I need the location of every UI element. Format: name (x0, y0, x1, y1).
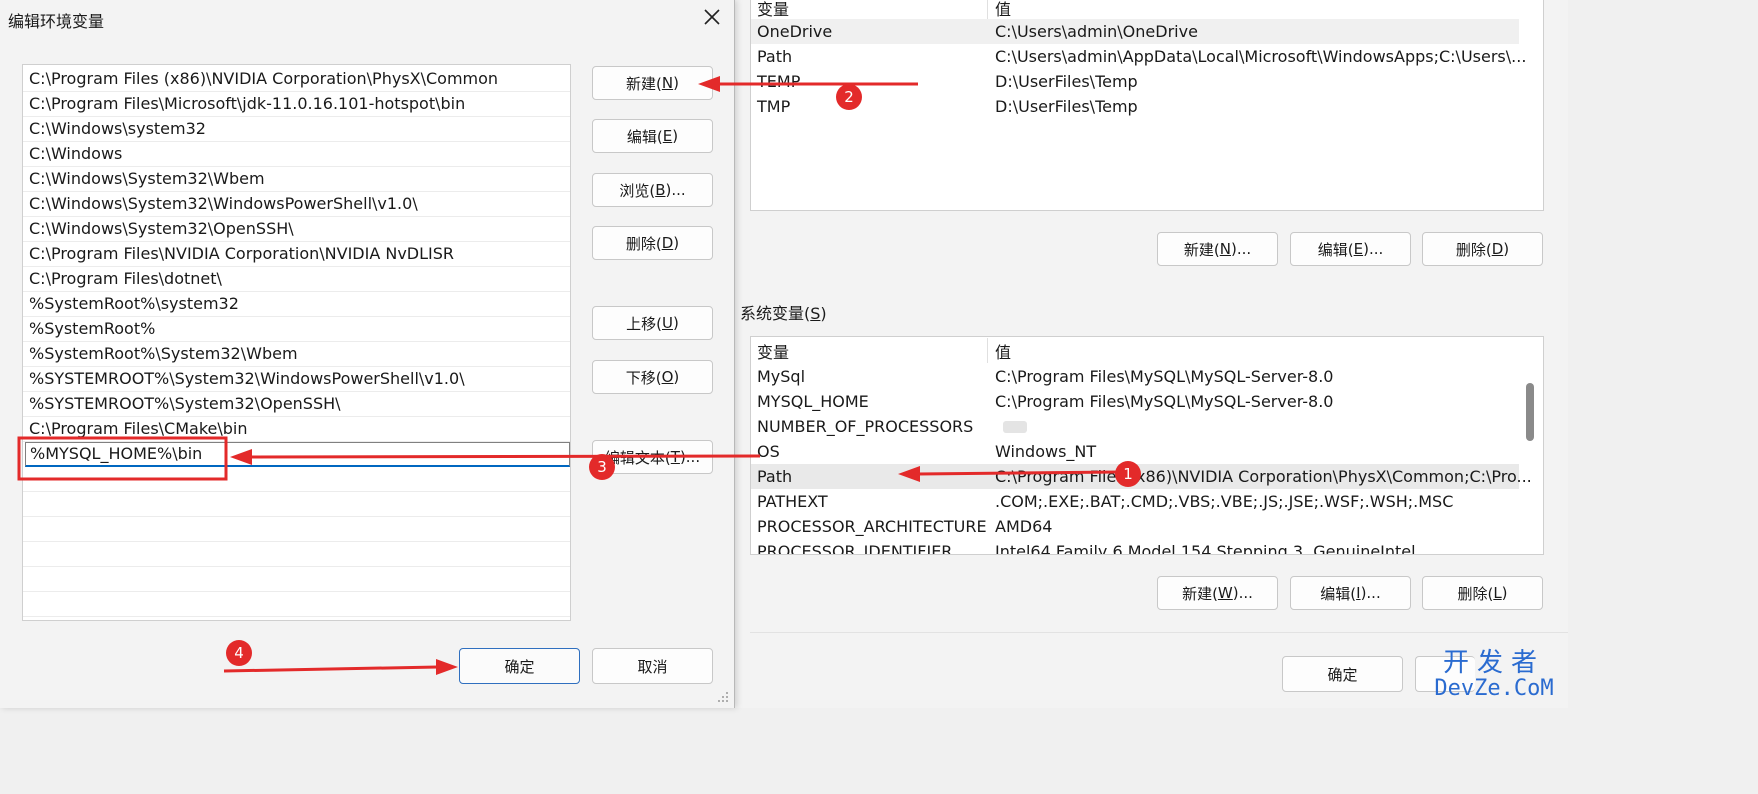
watermark-line2: DevZe.CoM (1434, 676, 1554, 701)
system-delete-button[interactable]: 删除(L) (1422, 576, 1543, 610)
list-item[interactable]: %SystemRoot% (23, 317, 570, 342)
list-item[interactable]: OneDrive C:\Users\admin\OneDrive (751, 19, 1519, 44)
edit-environment-variable-dialog: 编辑环境变量 C:\Program Files (x86)\NVIDIA Cor… (0, 0, 735, 708)
browse-button[interactable]: 浏览(B)... (592, 173, 713, 207)
path-entry-edit-input[interactable]: %MYSQL_HOME%\bin (25, 442, 570, 467)
header-value[interactable]: 值 (995, 339, 1011, 363)
annotation-badge-3: 3 (589, 454, 615, 480)
close-icon (704, 9, 720, 25)
list-item[interactable]: %SYSTEMROOT%\System32\OpenSSH\ (23, 392, 570, 417)
list-item[interactable]: C:\Windows\system32 (23, 117, 570, 142)
user-vars-header: 变量 值 (751, 0, 1543, 20)
delete-button[interactable]: 删除(D) (592, 226, 713, 260)
list-item[interactable]: TMP D:\UserFiles\Temp (751, 94, 1543, 119)
path-entries-list[interactable]: C:\Program Files (x86)\NVIDIA Corporatio… (22, 64, 571, 621)
dialog-title: 编辑环境变量 (8, 12, 105, 31)
environment-variables-dialog: 变量 值 OneDrive C:\Users\admin\OneDrive Pa… (735, 0, 1568, 708)
new-button[interactable]: 新建(N) (592, 66, 713, 100)
user-delete-button[interactable]: 删除(D) (1422, 232, 1543, 266)
annotation-badge-2: 2 (836, 84, 862, 110)
header-variable[interactable]: 变量 (757, 0, 789, 20)
list-item[interactable]: C:\Program Files (x86)\NVIDIA Corporatio… (23, 67, 570, 92)
header-value[interactable]: 值 (995, 0, 1011, 20)
list-item[interactable]: NUMBER_OF_PROCESSORS (751, 414, 1543, 439)
list-item[interactable]: Path C:\Users\admin\AppData\Local\Micros… (751, 44, 1526, 69)
list-item[interactable]: C:\Program Files\Microsoft\jdk-11.0.16.1… (23, 92, 570, 117)
empty-row (23, 517, 570, 542)
system-new-button[interactable]: 新建(W)... (1157, 576, 1278, 610)
list-item[interactable]: %SYSTEMROOT%\System32\WindowsPowerShell\… (23, 367, 570, 392)
watermark-line1: 开发者 (1442, 648, 1545, 678)
empty-row (23, 467, 570, 492)
list-item[interactable]: OS Windows_NT (751, 439, 1543, 464)
list-item[interactable]: MySql C:\Program Files\MySQL\MySQL-Serve… (751, 364, 1543, 389)
list-item[interactable]: C:\Windows\System32\Wbem (23, 167, 570, 192)
list-item[interactable]: C:\Program Files\dotnet\ (23, 267, 570, 292)
list-item[interactable]: C:\Program Files\CMake\bin (23, 417, 570, 442)
list-item[interactable]: %SystemRoot%\system32 (23, 292, 570, 317)
annotation-badge-1: 1 (1115, 461, 1141, 487)
scrollbar[interactable] (1526, 383, 1534, 441)
system-variables-label: 系统变量(S) (740, 304, 827, 323)
empty-row (23, 492, 570, 517)
annotation-badge-4: 4 (226, 640, 252, 666)
ok-button[interactable]: 确定 (459, 648, 580, 684)
env-ok-button[interactable]: 确定 (1282, 656, 1403, 692)
list-item[interactable]: C:\Windows\System32\WindowsPowerShell\v1… (23, 192, 570, 217)
user-new-button[interactable]: 新建(N)... (1157, 232, 1278, 266)
divider (750, 632, 1568, 633)
user-variables-list[interactable]: 变量 值 OneDrive C:\Users\admin\OneDrive Pa… (750, 0, 1544, 211)
list-item[interactable]: TEMP D:\UserFiles\Temp (751, 69, 1543, 94)
list-item[interactable]: C:\Windows (23, 142, 570, 167)
close-button[interactable] (700, 5, 724, 29)
move-up-button[interactable]: 上移(U) (592, 306, 713, 340)
blurred-value-mark (1003, 421, 1027, 433)
list-item[interactable]: PROCESSOR_ARCHITECTURE AMD64 (751, 514, 1543, 539)
empty-row (23, 592, 570, 617)
edit-button[interactable]: 编辑(E) (592, 119, 713, 153)
list-item[interactable]: C:\Windows\System32\OpenSSH\ (23, 217, 570, 242)
list-item[interactable]: PROCESSOR_IDENTIFIER Intel64 Family 6 Mo… (751, 539, 1543, 554)
user-edit-button[interactable]: 编辑(E)... (1290, 232, 1411, 266)
list-item[interactable]: C:\Program Files\NVIDIA Corporation\NVID… (23, 242, 570, 267)
empty-row (23, 542, 570, 567)
resize-grip-icon[interactable] (716, 690, 730, 704)
list-item[interactable]: PATHEXT .COM;.EXE;.BAT;.CMD;.VBS;.VBE;.J… (751, 489, 1543, 514)
watermark-logo: 开发者 DevZe.CoM (1428, 648, 1560, 704)
move-down-button[interactable]: 下移(O) (592, 360, 713, 394)
header-variable[interactable]: 变量 (757, 339, 789, 363)
system-edit-button[interactable]: 编辑(I)... (1290, 576, 1411, 610)
empty-row (23, 567, 570, 592)
list-item[interactable]: MYSQL_HOME C:\Program Files\MySQL\MySQL-… (751, 389, 1543, 414)
system-vars-header: 变量 值 (751, 338, 1543, 363)
cancel-button[interactable]: 取消 (592, 648, 713, 684)
list-item[interactable]: %SystemRoot%\System32\Wbem (23, 342, 570, 367)
system-variables-list[interactable]: 变量 值 MySql C:\Program Files\MySQL\MySQL-… (750, 336, 1544, 555)
